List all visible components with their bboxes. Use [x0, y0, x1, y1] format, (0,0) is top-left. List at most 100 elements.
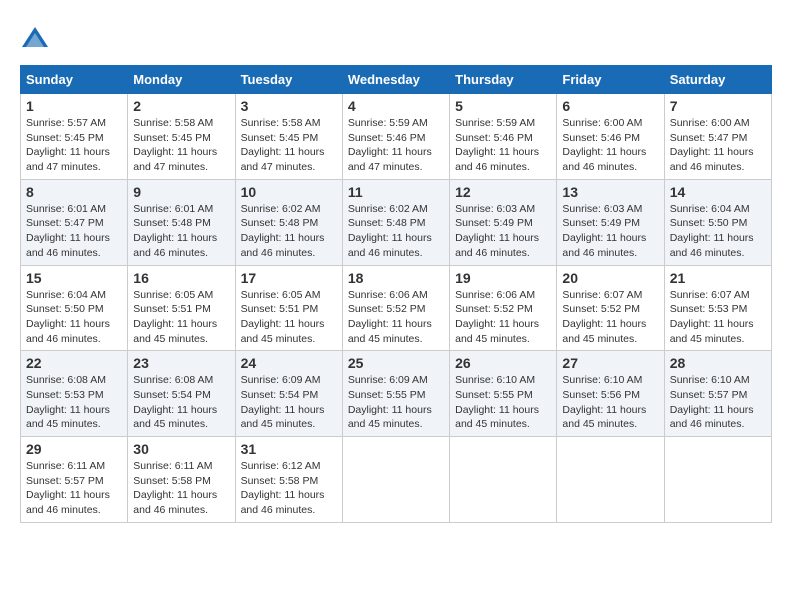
day-number: 30: [133, 441, 229, 457]
day-info: Sunrise: 6:02 AMSunset: 5:48 PMDaylight:…: [241, 202, 337, 261]
calendar-cell: 15 Sunrise: 6:04 AMSunset: 5:50 PMDayligh…: [21, 265, 128, 351]
logo-icon: [20, 25, 50, 55]
day-number: 31: [241, 441, 337, 457]
day-info: Sunrise: 6:05 AMSunset: 5:51 PMDaylight:…: [133, 288, 229, 347]
calendar-cell: 17Sunrise: 6:05 AMSunset: 5:51 PMDayligh…: [235, 265, 342, 351]
day-number: 26: [455, 355, 551, 371]
day-number: 20: [562, 270, 658, 286]
calendar-cell: 9 Sunrise: 6:01 AMSunset: 5:48 PMDaylight…: [128, 179, 235, 265]
day-info: Sunrise: 6:08 AMSunset: 5:54 PMDaylight:…: [133, 373, 229, 432]
calendar-cell: 30 Sunrise: 6:11 AMSunset: 5:58 PMDayligh…: [128, 437, 235, 523]
calendar-cell: 6 Sunrise: 6:00 AMSunset: 5:46 PMDaylight…: [557, 94, 664, 180]
day-number: 24: [241, 355, 337, 371]
day-info: Sunrise: 5:58 AMSunset: 5:45 PMDaylight:…: [133, 116, 229, 175]
day-info: Sunrise: 6:03 AMSunset: 5:49 PMDaylight:…: [455, 202, 551, 261]
calendar-cell: 16Sunrise: 6:05 AMSunset: 5:51 PMDayligh…: [128, 265, 235, 351]
calendar-cell: 26 Sunrise: 6:10 AMSunset: 5:55 PMDayligh…: [450, 351, 557, 437]
calendar-cell: 27 Sunrise: 6:10 AMSunset: 5:56 PMDayligh…: [557, 351, 664, 437]
day-number: 7: [670, 98, 766, 114]
day-info: Sunrise: 6:00 AMSunset: 5:47 PMDaylight:…: [670, 116, 766, 175]
calendar-cell: 20 Sunrise: 6:07 AMSunset: 5:52 PMDayligh…: [557, 265, 664, 351]
calendar-cell: [557, 437, 664, 523]
day-info: Sunrise: 6:07 AMSunset: 5:52 PMDaylight:…: [562, 288, 658, 347]
day-info: Sunrise: 6:06 AMSunset: 5:52 PMDaylight:…: [455, 288, 551, 347]
day-info: Sunrise: 6:07 AMSunset: 5:53 PMDaylight:…: [670, 288, 766, 347]
calendar-cell: 19 Sunrise: 6:06 AMSunset: 5:52 PMDayligh…: [450, 265, 557, 351]
header-wednesday: Wednesday: [342, 66, 449, 94]
day-number: 23: [133, 355, 229, 371]
day-number: 11: [348, 184, 444, 200]
day-info: Sunrise: 6:12 AMSunset: 5:58 PMDaylight:…: [241, 459, 337, 518]
day-info: Sunrise: 6:04 AMSunset: 5:50 PMDaylight:…: [670, 202, 766, 261]
calendar-cell: 14 Sunrise: 6:04 AMSunset: 5:50 PMDayligh…: [664, 179, 771, 265]
calendar-cell: 3 Sunrise: 5:58 AMSunset: 5:45 PMDaylight…: [235, 94, 342, 180]
calendar-table: SundayMondayTuesdayWednesdayThursdayFrid…: [20, 65, 772, 523]
calendar-cell: 7 Sunrise: 6:00 AMSunset: 5:47 PMDaylight…: [664, 94, 771, 180]
day-number: 12: [455, 184, 551, 200]
day-info: Sunrise: 6:11 AMSunset: 5:58 PMDaylight:…: [133, 459, 229, 518]
calendar-header-row: SundayMondayTuesdayWednesdayThursdayFrid…: [21, 66, 772, 94]
header-thursday: Thursday: [450, 66, 557, 94]
day-info: Sunrise: 5:58 AMSunset: 5:45 PMDaylight:…: [241, 116, 337, 175]
day-number: 28: [670, 355, 766, 371]
calendar-cell: 10 Sunrise: 6:02 AMSunset: 5:48 PMDayligh…: [235, 179, 342, 265]
calendar-cell: [664, 437, 771, 523]
logo: [20, 25, 54, 55]
calendar-cell: [450, 437, 557, 523]
day-number: 10: [241, 184, 337, 200]
day-info: Sunrise: 6:01 AMSunset: 5:48 PMDaylight:…: [133, 202, 229, 261]
day-info: Sunrise: 6:02 AMSunset: 5:48 PMDaylight:…: [348, 202, 444, 261]
calendar-week-row: 22 Sunrise: 6:08 AMSunset: 5:53 PMDayligh…: [21, 351, 772, 437]
calendar-cell: 13 Sunrise: 6:03 AMSunset: 5:49 PMDayligh…: [557, 179, 664, 265]
calendar-cell: [342, 437, 449, 523]
calendar-cell: 12 Sunrise: 6:03 AMSunset: 5:49 PMDayligh…: [450, 179, 557, 265]
day-number: 15: [26, 270, 122, 286]
day-number: 22: [26, 355, 122, 371]
header-tuesday: Tuesday: [235, 66, 342, 94]
calendar-week-row: 8 Sunrise: 6:01 AMSunset: 5:47 PMDaylight…: [21, 179, 772, 265]
day-number: 21: [670, 270, 766, 286]
header-saturday: Saturday: [664, 66, 771, 94]
day-number: 13: [562, 184, 658, 200]
calendar-cell: 28Sunrise: 6:10 AMSunset: 5:57 PMDayligh…: [664, 351, 771, 437]
calendar-cell: 18 Sunrise: 6:06 AMSunset: 5:52 PMDayligh…: [342, 265, 449, 351]
day-info: Sunrise: 6:06 AMSunset: 5:52 PMDaylight:…: [348, 288, 444, 347]
calendar-cell: 2 Sunrise: 5:58 AMSunset: 5:45 PMDaylight…: [128, 94, 235, 180]
day-number: 8: [26, 184, 122, 200]
day-number: 14: [670, 184, 766, 200]
calendar-cell: 4 Sunrise: 5:59 AMSunset: 5:46 PMDaylight…: [342, 94, 449, 180]
day-number: 5: [455, 98, 551, 114]
day-info: Sunrise: 6:10 AMSunset: 5:56 PMDaylight:…: [562, 373, 658, 432]
header-friday: Friday: [557, 66, 664, 94]
day-number: 1: [26, 98, 122, 114]
day-number: 4: [348, 98, 444, 114]
day-number: 6: [562, 98, 658, 114]
day-info: Sunrise: 6:03 AMSunset: 5:49 PMDaylight:…: [562, 202, 658, 261]
calendar-week-row: 29Sunrise: 6:11 AMSunset: 5:57 PMDayligh…: [21, 437, 772, 523]
day-info: Sunrise: 6:09 AMSunset: 5:54 PMDaylight:…: [241, 373, 337, 432]
day-number: 2: [133, 98, 229, 114]
calendar-cell: 22 Sunrise: 6:08 AMSunset: 5:53 PMDayligh…: [21, 351, 128, 437]
calendar-cell: 5 Sunrise: 5:59 AMSunset: 5:46 PMDaylight…: [450, 94, 557, 180]
day-number: 27: [562, 355, 658, 371]
day-number: 19: [455, 270, 551, 286]
day-info: Sunrise: 6:11 AMSunset: 5:57 PMDaylight:…: [26, 459, 122, 518]
day-info: Sunrise: 5:59 AMSunset: 5:46 PMDaylight:…: [348, 116, 444, 175]
day-info: Sunrise: 6:10 AMSunset: 5:55 PMDaylight:…: [455, 373, 551, 432]
header-monday: Monday: [128, 66, 235, 94]
day-info: Sunrise: 5:59 AMSunset: 5:46 PMDaylight:…: [455, 116, 551, 175]
calendar-cell: 1 Sunrise: 5:57 AMSunset: 5:45 PMDaylight…: [21, 94, 128, 180]
header: [20, 20, 772, 55]
day-number: 17: [241, 270, 337, 286]
day-info: Sunrise: 6:04 AMSunset: 5:50 PMDaylight:…: [26, 288, 122, 347]
day-number: 3: [241, 98, 337, 114]
day-info: Sunrise: 5:57 AMSunset: 5:45 PMDaylight:…: [26, 116, 122, 175]
day-number: 25: [348, 355, 444, 371]
calendar-cell: 21 Sunrise: 6:07 AMSunset: 5:53 PMDayligh…: [664, 265, 771, 351]
day-number: 9: [133, 184, 229, 200]
day-info: Sunrise: 6:08 AMSunset: 5:53 PMDaylight:…: [26, 373, 122, 432]
calendar-cell: 24 Sunrise: 6:09 AMSunset: 5:54 PMDayligh…: [235, 351, 342, 437]
day-info: Sunrise: 6:00 AMSunset: 5:46 PMDaylight:…: [562, 116, 658, 175]
day-info: Sunrise: 6:01 AMSunset: 5:47 PMDaylight:…: [26, 202, 122, 261]
day-number: 18: [348, 270, 444, 286]
